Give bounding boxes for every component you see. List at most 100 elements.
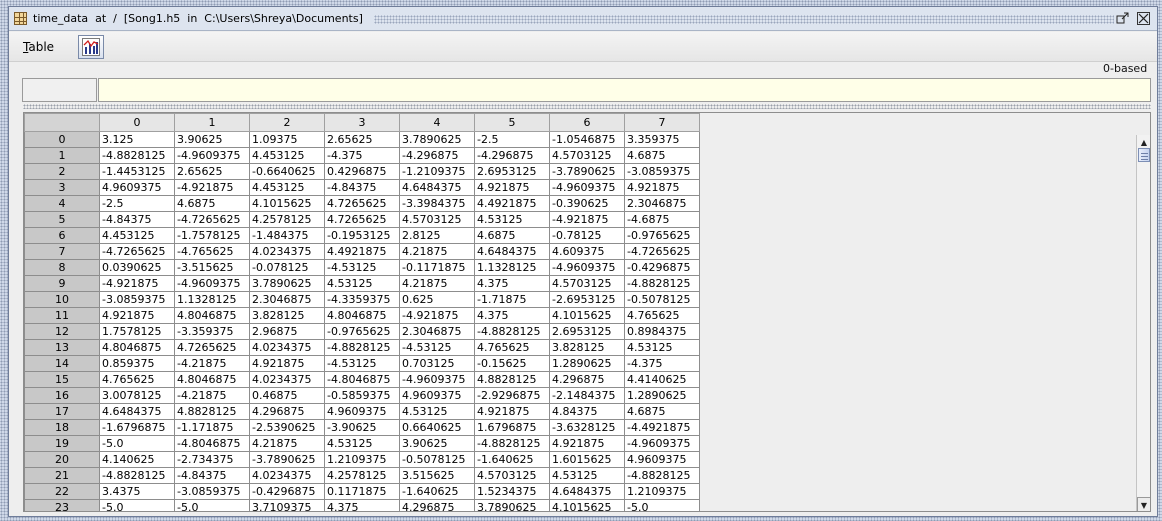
table-cell[interactable]: 4.296875 <box>249 403 325 420</box>
table-cell[interactable]: -4.8828125 <box>99 147 175 164</box>
table-cell[interactable]: 0.703125 <box>399 355 475 372</box>
table-row[interactable]: 1 -4.8828125 -4.9609375 4.453125 -4.375 -4.29… <box>24 147 700 164</box>
table-cell[interactable]: -0.5078125 <box>624 291 700 308</box>
row-header[interactable]: 21 <box>24 467 100 484</box>
table-cell[interactable]: -4.9609375 <box>549 259 625 276</box>
row-header[interactable]: 9 <box>24 275 100 292</box>
line-chart-button[interactable] <box>78 35 104 59</box>
table-cell[interactable]: 4.453125 <box>249 147 325 164</box>
table-cell[interactable]: -4.53125 <box>399 339 475 356</box>
table-cell[interactable]: 3.125 <box>99 131 175 148</box>
table-cell[interactable]: 4.7265625 <box>324 195 400 212</box>
table-cell[interactable]: 2.3046875 <box>399 323 475 340</box>
table-cell[interactable]: 2.6953125 <box>549 323 625 340</box>
table-cell[interactable]: 0.8984375 <box>624 323 700 340</box>
row-header[interactable]: 7 <box>24 243 100 260</box>
row-header[interactable]: 1 <box>24 147 100 164</box>
table-cell[interactable]: -4.8828125 <box>324 339 400 356</box>
column-header[interactable]: 7 <box>624 113 700 132</box>
table-cell[interactable]: -3.0859375 <box>624 163 700 180</box>
table-row[interactable]: 4 -2.5 4.6875 4.1015625 4.7265625 -3.3984375 4… <box>24 195 700 212</box>
table-cell[interactable]: 4.6875 <box>624 147 700 164</box>
table-cell[interactable]: -4.6875 <box>624 211 700 228</box>
table-cell[interactable]: -2.734375 <box>174 451 250 468</box>
table-cell[interactable]: 4.53125 <box>474 211 550 228</box>
table-cell[interactable]: 4.4140625 <box>624 371 700 388</box>
row-header[interactable]: 14 <box>24 355 100 372</box>
table-cell[interactable]: 2.96875 <box>249 323 325 340</box>
table-cell[interactable]: 1.5234375 <box>474 483 550 500</box>
table-cell[interactable]: 3.7890625 <box>399 131 475 148</box>
table-cell[interactable]: -4.8828125 <box>474 323 550 340</box>
table-cell[interactable]: 2.65625 <box>174 163 250 180</box>
table-cell[interactable]: 4.453125 <box>99 227 175 244</box>
table-cell[interactable]: 4.53125 <box>624 339 700 356</box>
row-header[interactable]: 15 <box>24 371 100 388</box>
table-cell[interactable]: 4.0234375 <box>249 243 325 260</box>
table-cell[interactable]: -4.9609375 <box>624 435 700 452</box>
table-cell[interactable]: -0.1171875 <box>399 259 475 276</box>
table-row[interactable]: 21 -4.8828125 -4.84375 4.0234375 4.2578125 3.… <box>24 467 700 484</box>
table-cell[interactable]: -2.5390625 <box>249 419 325 436</box>
table-cell[interactable]: 4.8046875 <box>324 307 400 324</box>
table-cell[interactable]: 0.0390625 <box>99 259 175 276</box>
table-cell[interactable]: 4.4921875 <box>474 195 550 212</box>
table-row[interactable]: 15 4.765625 4.8046875 4.0234375 -4.8046875 -4… <box>24 371 700 388</box>
table-cell[interactable]: 4.609375 <box>549 243 625 260</box>
table-cell[interactable]: 0.1171875 <box>324 483 400 500</box>
column-header[interactable]: 1 <box>174 113 250 132</box>
table-cell[interactable]: -4.296875 <box>474 147 550 164</box>
table-cell[interactable]: -4.9609375 <box>174 275 250 292</box>
table-cell[interactable]: -2.9296875 <box>474 387 550 404</box>
table-cell[interactable]: -1.71875 <box>474 291 550 308</box>
splitter-handle[interactable] <box>23 104 1151 109</box>
table-cell[interactable]: -0.9765625 <box>324 323 400 340</box>
table-cell[interactable]: -4.8046875 <box>324 371 400 388</box>
table-cell[interactable]: -4.921875 <box>399 307 475 324</box>
table-cell[interactable]: -0.78125 <box>549 227 625 244</box>
table-cell[interactable]: 4.0234375 <box>249 467 325 484</box>
table-row[interactable]: 23 -5.0 -5.0 3.7109375 4.375 4.296875 3.789062… <box>24 499 700 511</box>
table-cell[interactable]: -3.7890625 <box>549 163 625 180</box>
table-cell[interactable]: 4.453125 <box>249 179 325 196</box>
table-cell[interactable]: -0.4296875 <box>624 259 700 276</box>
table-cell[interactable]: -4.7265625 <box>624 243 700 260</box>
table-cell[interactable]: 2.8125 <box>399 227 475 244</box>
table-cell[interactable]: 4.7265625 <box>324 211 400 228</box>
scroll-thumb[interactable] <box>1138 148 1150 162</box>
table-cell[interactable]: -4.53125 <box>324 355 400 372</box>
table-cell[interactable]: 4.921875 <box>474 403 550 420</box>
table-cell[interactable]: 4.5703125 <box>474 467 550 484</box>
table-cell[interactable]: -4.8828125 <box>99 467 175 484</box>
column-header[interactable]: 3 <box>324 113 400 132</box>
table-cell[interactable]: -4.21875 <box>174 355 250 372</box>
title-bar[interactable]: time_data at / [Song1.h5 in C:\Users\Shr… <box>9 7 1157 31</box>
table-cell[interactable]: -5.0 <box>174 499 250 511</box>
row-header[interactable]: 17 <box>24 403 100 420</box>
table-cell[interactable]: 2.3046875 <box>249 291 325 308</box>
table-cell[interactable]: 1.1328125 <box>474 259 550 276</box>
table-row[interactable]: 20 4.140625 -2.734375 -3.7890625 1.2109375 -0… <box>24 451 700 468</box>
table-cell[interactable]: 4.53125 <box>324 275 400 292</box>
table-row[interactable]: 5 -4.84375 -4.7265625 4.2578125 4.7265625 4.5… <box>24 211 700 228</box>
table-cell[interactable]: 0.859375 <box>99 355 175 372</box>
table-cell[interactable]: -4.8828125 <box>624 467 700 484</box>
table-row[interactable]: 0 3.125 3.90625 1.09375 2.65625 3.7890625 -2.5… <box>24 131 700 148</box>
table-row[interactable]: 7 -4.7265625 -4.765625 4.0234375 4.4921875 4.… <box>24 243 700 260</box>
table-cell[interactable]: -5.0 <box>624 499 700 511</box>
row-header[interactable]: 22 <box>24 483 100 500</box>
table-cell[interactable]: -3.359375 <box>174 323 250 340</box>
table-cell[interactable]: 4.21875 <box>399 275 475 292</box>
row-header[interactable]: 19 <box>24 435 100 452</box>
table-cell[interactable]: -0.1953125 <box>324 227 400 244</box>
table-cell[interactable]: -1.7578125 <box>174 227 250 244</box>
row-header[interactable]: 2 <box>24 163 100 180</box>
table-row[interactable]: 6 4.453125 -1.7578125 -1.484375 -0.1953125 2.… <box>24 227 700 244</box>
table-cell[interactable]: -1.6796875 <box>99 419 175 436</box>
table-cell[interactable]: -0.5078125 <box>399 451 475 468</box>
table-cell[interactable]: 4.21875 <box>249 435 325 452</box>
table-cell[interactable]: -3.0859375 <box>99 291 175 308</box>
table-cell[interactable]: 4.6484375 <box>399 179 475 196</box>
table-cell[interactable]: 4.765625 <box>624 307 700 324</box>
table-cell[interactable]: 4.921875 <box>549 435 625 452</box>
